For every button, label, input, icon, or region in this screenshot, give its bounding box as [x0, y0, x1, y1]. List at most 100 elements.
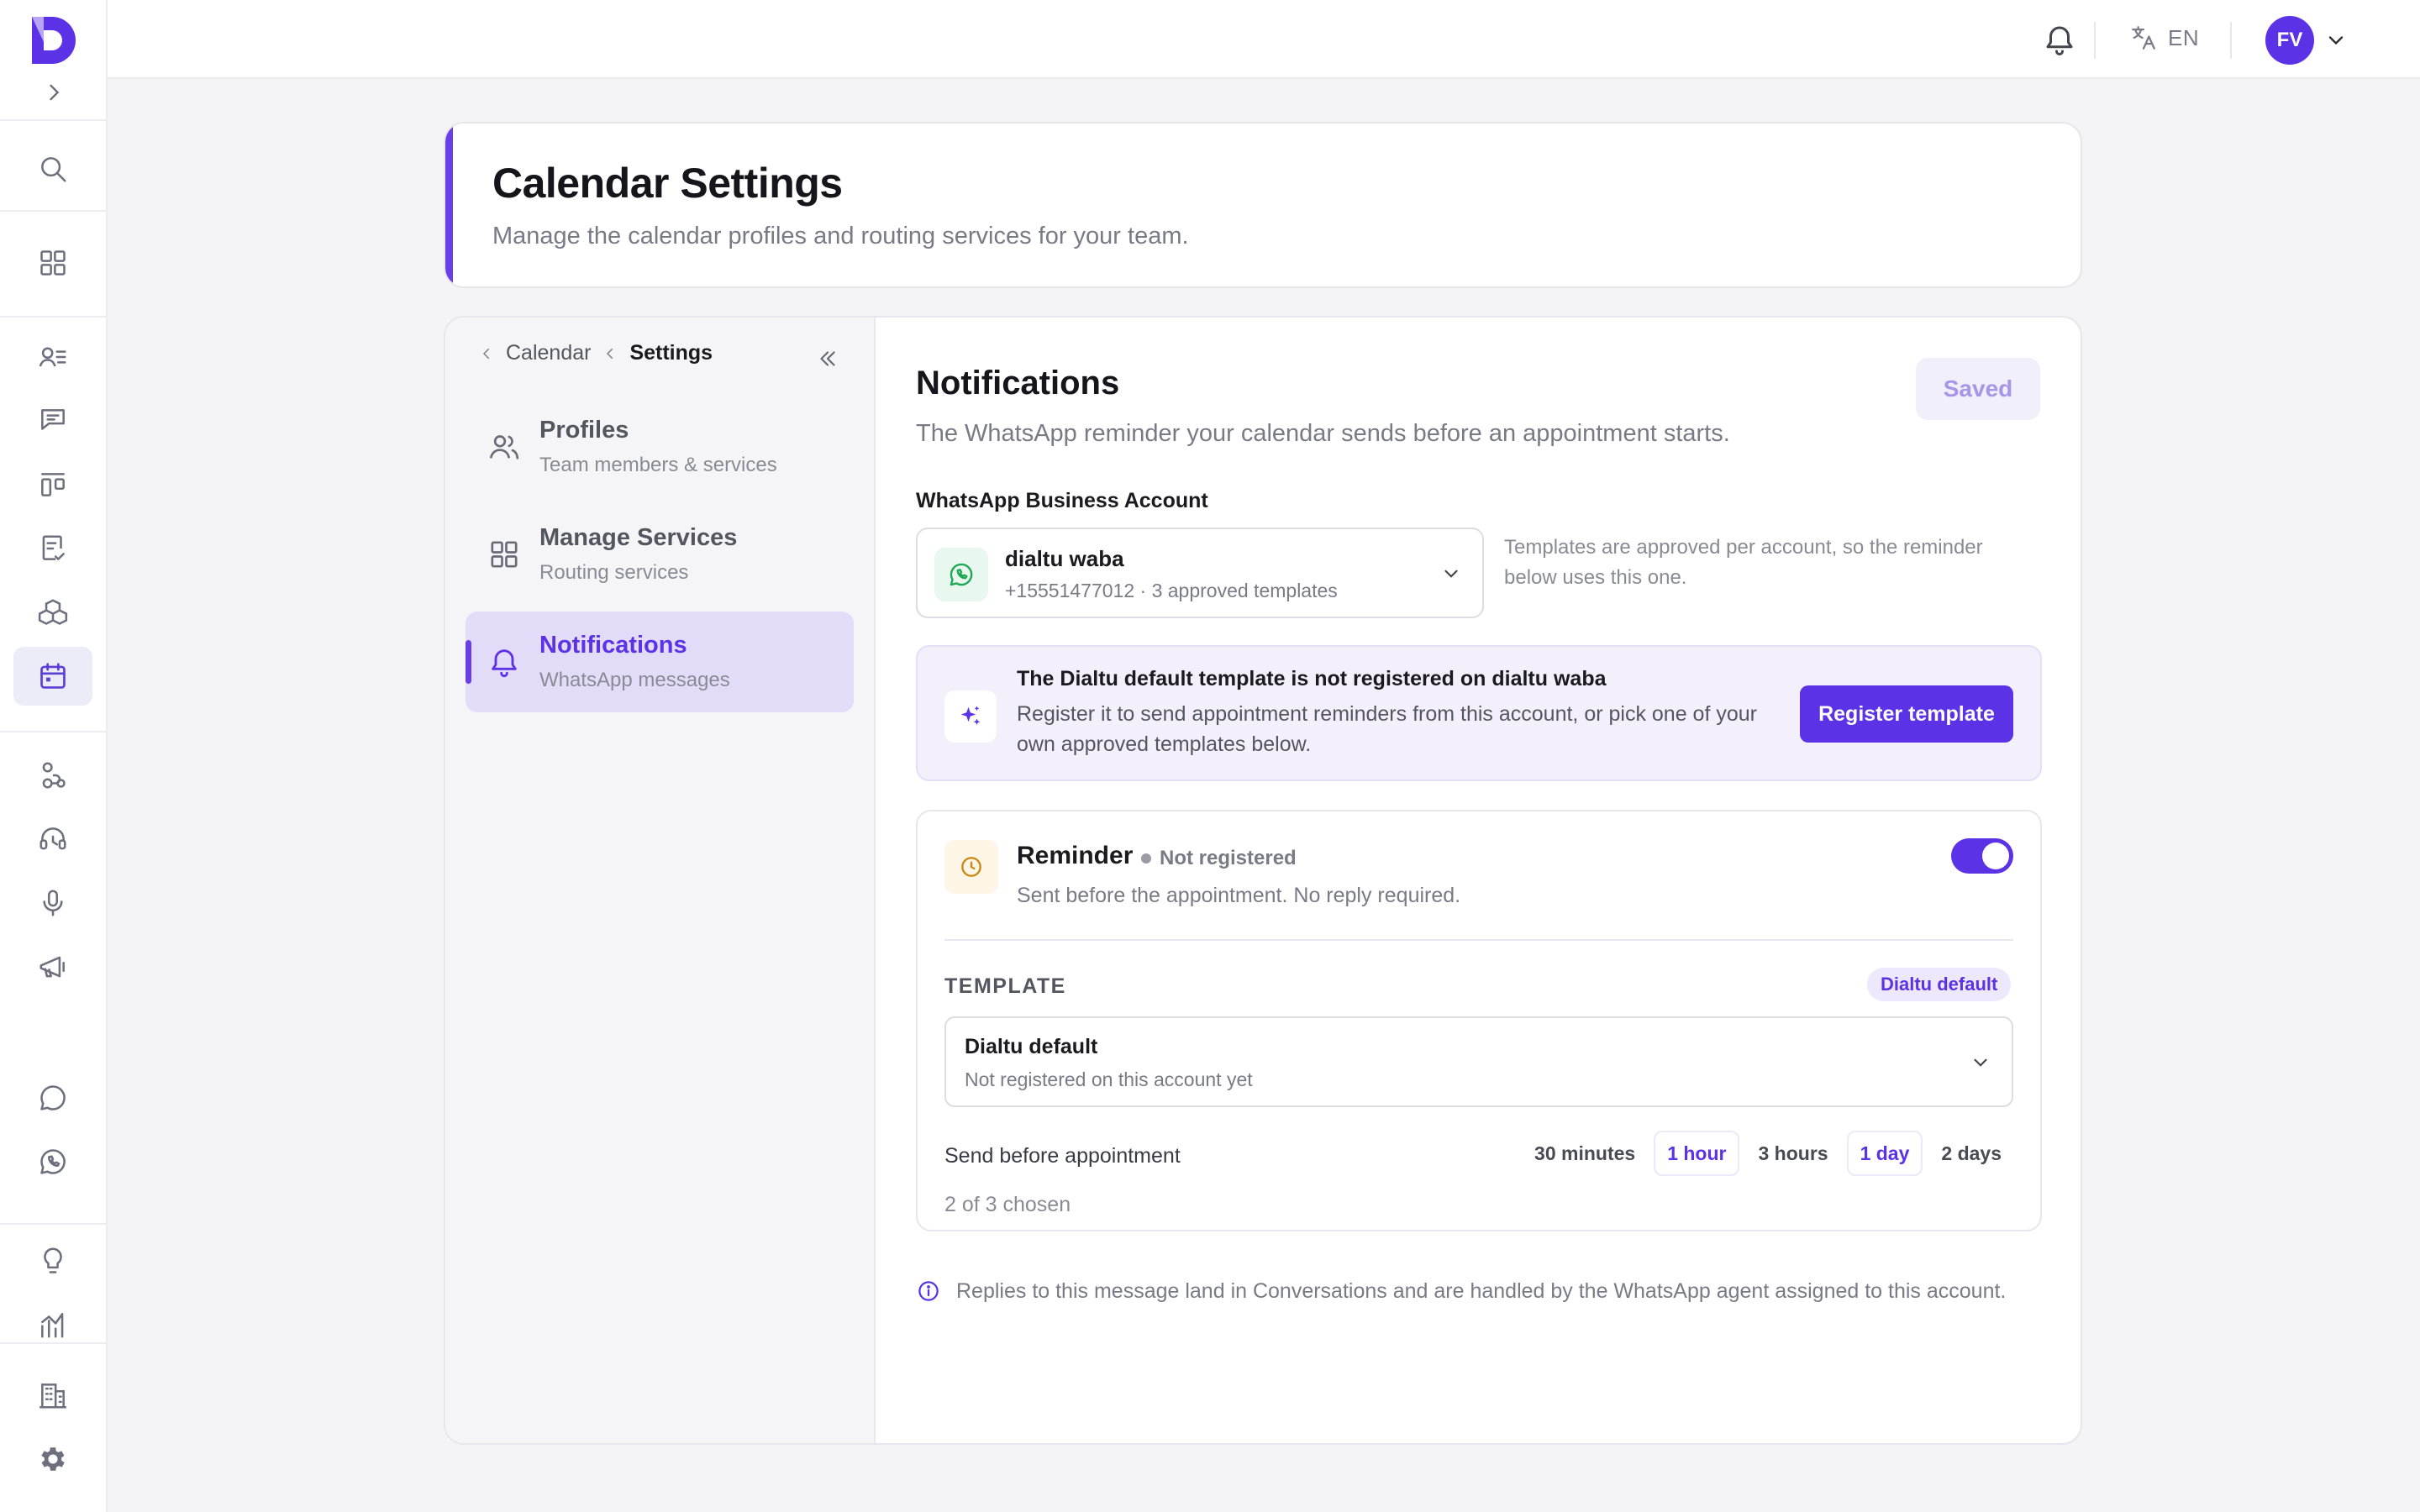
subnav-item-subtitle: Routing services — [539, 561, 689, 584]
reminder-status: Not registered — [1141, 847, 1297, 870]
option-30-minutes[interactable]: 30 minutes — [1523, 1131, 1647, 1176]
subnav-item-subtitle: Team members & services — [539, 454, 777, 476]
rail-search[interactable] — [13, 139, 92, 198]
rail-divider — [0, 316, 108, 318]
toggle-knob — [1982, 843, 2009, 869]
template-meta: Not registered on this account yet — [965, 1068, 1253, 1090]
checklist-icon — [42, 535, 65, 560]
rail-voice[interactable] — [13, 874, 92, 932]
template-select[interactable]: Dialtu default Not registered on this ac… — [944, 1016, 2013, 1107]
translate-icon — [2132, 26, 2155, 50]
subnav-item-subtitle: WhatsApp messages — [539, 669, 730, 691]
clock-icon — [944, 840, 998, 894]
rail-calendar[interactable] — [13, 647, 92, 706]
subnav-item-profiles[interactable]: Profiles Team members & services — [466, 396, 854, 497]
notification-bell-icon[interactable] — [2042, 22, 2077, 57]
option-3-hours[interactable]: 3 hours — [1746, 1131, 1839, 1176]
grid-icon — [491, 541, 518, 568]
breadcrumb-calendar[interactable]: Calendar — [506, 341, 591, 365]
rail-chat[interactable] — [13, 1068, 92, 1127]
sparkles-icon — [944, 690, 997, 743]
chevron-right-icon[interactable] — [42, 81, 66, 104]
header-accent-bar — [445, 123, 453, 286]
dialtu-logo[interactable] — [27, 13, 79, 67]
subnav-item-notifications[interactable]: Notifications WhatsApp messages — [466, 612, 854, 712]
whatsapp-icon — [40, 1149, 66, 1174]
settings-subnav: Calendar Settings Profiles Team members … — [445, 318, 876, 1443]
search-icon — [41, 157, 66, 182]
banner-body: Register it to send appointment reminder… — [1017, 702, 1757, 756]
rail-settings[interactable] — [13, 1430, 92, 1488]
rail-boards[interactable] — [13, 455, 92, 514]
subnav-item-title: Notifications — [539, 632, 687, 659]
rail-campaigns[interactable] — [13, 937, 92, 996]
rail-tasks[interactable] — [13, 519, 92, 578]
breadcrumb-settings: Settings — [629, 341, 713, 365]
whatsapp-account-select[interactable]: dialtu waba +15551477012 · 3 approved te… — [916, 528, 1484, 618]
notifications-content: Notifications The WhatsApp reminder your… — [876, 318, 2081, 1443]
section-description: The WhatsApp reminder your calendar send… — [916, 420, 1730, 447]
subnav-item-manage-services[interactable]: Manage Services Routing services — [466, 504, 854, 605]
chevron-down-icon[interactable] — [2324, 29, 2348, 52]
top-bar: EN FV — [108, 0, 2420, 79]
rail-contacts[interactable] — [13, 328, 92, 386]
rail-divider — [0, 119, 108, 121]
bell-icon — [492, 649, 517, 677]
topbar-divider — [2094, 22, 2096, 59]
chevron-left-icon[interactable] — [479, 346, 494, 361]
reminder-enabled-toggle[interactable] — [1951, 838, 2013, 874]
page-subtitle: Manage the calendar profiles and routing… — [492, 223, 1189, 249]
breadcrumb: Calendar Settings — [479, 341, 713, 365]
reminder-title: Reminder — [1017, 842, 1134, 869]
language-switcher[interactable]: EN — [2129, 24, 2199, 52]
rail-products[interactable] — [13, 583, 92, 642]
language-code: EN — [2168, 24, 2200, 50]
reminder-card: Reminder Not registered Sent before the … — [916, 810, 2042, 1231]
chevron-down-icon — [1974, 1058, 1987, 1067]
rail-divider — [0, 1342, 108, 1344]
megaphone-icon — [39, 956, 65, 978]
user-avatar[interactable]: FV — [2265, 16, 2314, 65]
option-1-hour[interactable]: 1 hour — [1654, 1131, 1740, 1176]
collapse-double-chevron-icon[interactable] — [815, 346, 840, 371]
topbar-divider — [2230, 22, 2232, 59]
subnav-item-title: Profiles — [539, 417, 629, 444]
saved-button[interactable]: Saved — [1916, 358, 2040, 420]
rail-divider — [0, 731, 108, 732]
whatsapp-icon — [934, 548, 988, 601]
chevron-down-icon — [1444, 570, 1458, 578]
rail-divider — [0, 210, 108, 212]
lightbulb-icon — [44, 1247, 62, 1273]
subnav-item-title: Manage Services — [539, 524, 738, 551]
reminder-status-text: Not registered — [1160, 847, 1297, 869]
account-field-label: WhatsApp Business Account — [916, 489, 1208, 512]
rail-insights[interactable] — [13, 1231, 92, 1290]
option-2-days[interactable]: 2 days — [1929, 1131, 2013, 1176]
building-icon — [39, 1383, 66, 1409]
headset-icon — [39, 827, 66, 850]
account-name: dialtu waba — [1005, 546, 1124, 571]
flow-icon — [42, 762, 66, 789]
chosen-count: 2 of 3 chosen — [944, 1193, 1071, 1216]
account-note: Templates are approved per account, so t… — [1504, 536, 1983, 589]
rail-integrations[interactable] — [13, 746, 92, 805]
banner-title: The Dialtu default template is not regis… — [1017, 667, 1607, 690]
rail-whatsapp[interactable] — [13, 1132, 92, 1191]
template-label: TEMPLATE — [944, 974, 1066, 998]
contacts-icon — [39, 347, 66, 367]
rail-messages[interactable] — [13, 391, 92, 450]
users-icon — [489, 435, 519, 459]
register-template-button[interactable]: Register template — [1800, 685, 2013, 743]
rail-dashboard[interactable] — [13, 234, 92, 292]
page-header: Calendar Settings Manage the calendar pr… — [444, 122, 2082, 288]
grid-icon — [40, 250, 66, 276]
rail-organization[interactable] — [13, 1366, 92, 1425]
rail-analytics[interactable] — [13, 1295, 92, 1354]
template-warning-banner: The Dialtu default template is not regis… — [916, 645, 2042, 781]
analytics-icon — [41, 1313, 64, 1338]
option-1-day[interactable]: 1 day — [1846, 1131, 1923, 1176]
footnote-text: Replies to this message land in Conversa… — [956, 1278, 2007, 1303]
template-name: Dialtu default — [965, 1035, 1098, 1058]
page-title: Calendar Settings — [492, 160, 843, 207]
rail-support[interactable] — [13, 810, 92, 869]
